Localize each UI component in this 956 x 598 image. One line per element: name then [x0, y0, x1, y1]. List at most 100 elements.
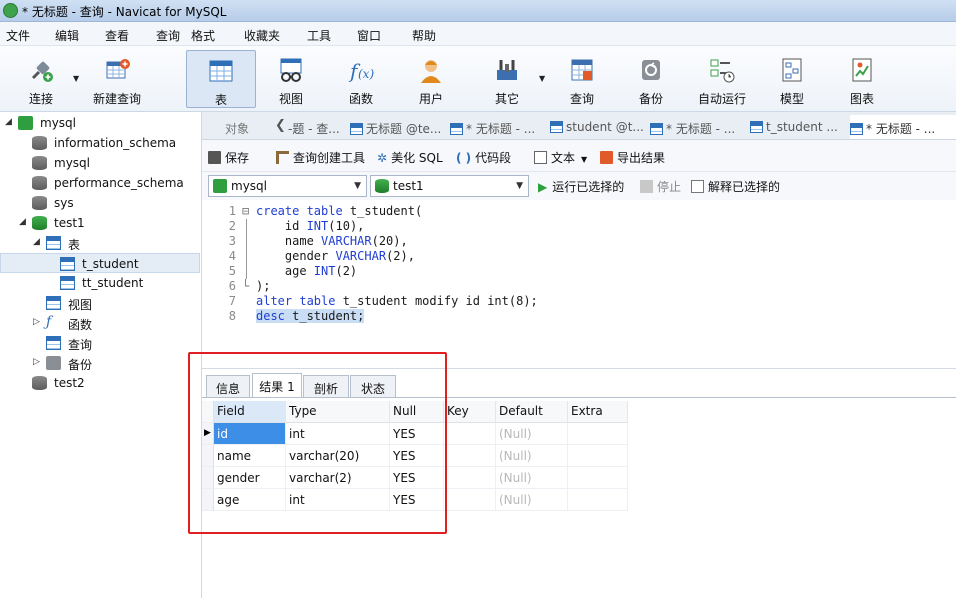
- column-header-extra[interactable]: Extra: [568, 401, 628, 423]
- table-cell[interactable]: varchar(20): [286, 445, 390, 467]
- code-snippet-button[interactable]: ( ) 代码段: [456, 149, 511, 166]
- table-cell[interactable]: int: [286, 489, 390, 511]
- tree-db-test1[interactable]: ◢ test1: [0, 213, 200, 233]
- model-button[interactable]: 模型: [764, 50, 820, 108]
- tree-folder-functions[interactable]: ▷ ƒ 函数: [0, 313, 200, 333]
- collapse-icon[interactable]: ◢: [5, 118, 14, 127]
- fold-icon[interactable]: ⊟: [242, 204, 249, 218]
- explain-selected-button[interactable]: 解释已选择的: [691, 178, 780, 195]
- table-cell[interactable]: YES: [390, 467, 444, 489]
- tab-query-3[interactable]: * 无标题 - ...: [450, 115, 548, 139]
- function-button[interactable]: f (x) 函数: [332, 50, 390, 108]
- tree-table-t-student[interactable]: t_student: [0, 253, 200, 273]
- user-button[interactable]: 用户: [402, 50, 460, 108]
- stop-button[interactable]: 停止: [640, 178, 681, 195]
- export-result-button[interactable]: 导出结果: [600, 149, 665, 166]
- tab-query-active[interactable]: * 无标题 - ...: [850, 115, 956, 139]
- tab-status[interactable]: 状态: [350, 375, 396, 397]
- table-cell[interactable]: gender: [214, 467, 286, 489]
- connect-button[interactable]: 连接: [12, 50, 70, 108]
- table-cell[interactable]: (Null): [496, 489, 568, 511]
- tab-profile[interactable]: 剖析: [303, 375, 349, 397]
- database-select[interactable]: test1 ▼: [370, 175, 529, 197]
- menu-help[interactable]: 帮助: [412, 27, 436, 44]
- table-cell[interactable]: [568, 423, 628, 445]
- other-dropdown-icon[interactable]: ▼: [539, 74, 545, 83]
- table-cell[interactable]: int: [286, 423, 390, 445]
- table-cell[interactable]: YES: [390, 489, 444, 511]
- save-button[interactable]: 保存: [208, 149, 249, 166]
- table-cell[interactable]: (Null): [496, 445, 568, 467]
- table-button[interactable]: 表: [186, 50, 256, 108]
- menu-window[interactable]: 窗口: [357, 27, 381, 44]
- tab-query-2[interactable]: 无标题 @te...: [350, 115, 448, 139]
- row-indicator[interactable]: [202, 445, 214, 467]
- connect-dropdown-icon[interactable]: ▼: [73, 74, 79, 83]
- sql-editor[interactable]: 1 ⊟ create table t_student( 2 id INT(10), …: [202, 200, 956, 368]
- backup-button[interactable]: 备份: [622, 50, 680, 108]
- row-indicator[interactable]: ▶: [202, 423, 214, 445]
- column-header-null[interactable]: Null: [390, 401, 444, 423]
- menu-file[interactable]: 文件: [6, 27, 30, 44]
- tab-table-t-student[interactable]: t_student ...: [750, 115, 848, 139]
- menu-format[interactable]: 格式: [191, 27, 215, 44]
- collapse-icon[interactable]: ◢: [33, 238, 42, 247]
- table-cell[interactable]: (Null): [496, 467, 568, 489]
- view-button[interactable]: 视图: [262, 50, 320, 108]
- menu-edit[interactable]: 编辑: [55, 27, 79, 44]
- tab-query-4[interactable]: * 无标题 - ...: [650, 115, 748, 139]
- tree-db-mysql[interactable]: mysql: [0, 153, 200, 173]
- column-header-key[interactable]: Key: [444, 401, 496, 423]
- table-cell[interactable]: [444, 467, 496, 489]
- table-cell[interactable]: [444, 489, 496, 511]
- column-header-type[interactable]: Type: [286, 401, 390, 423]
- table-cell[interactable]: id: [214, 423, 286, 445]
- tab-info[interactable]: 信息: [206, 375, 250, 397]
- tree-db-test2[interactable]: test2: [0, 373, 200, 393]
- table-cell[interactable]: [568, 467, 628, 489]
- table-cell[interactable]: [568, 445, 628, 467]
- result-grid[interactable]: Field Type Null Key Default Extra ▶ id i…: [202, 401, 632, 513]
- table-cell[interactable]: [568, 489, 628, 511]
- table-cell[interactable]: YES: [390, 445, 444, 467]
- table-cell[interactable]: (Null): [496, 423, 568, 445]
- tree-db-sys[interactable]: sys: [0, 193, 200, 213]
- beautify-sql-button[interactable]: ✲ 美化 SQL: [377, 149, 443, 166]
- table-cell[interactable]: YES: [390, 423, 444, 445]
- other-button[interactable]: 其它: [478, 50, 536, 108]
- tree-db-information-schema[interactable]: information_schema: [0, 133, 200, 153]
- expand-icon[interactable]: ▷: [33, 358, 42, 367]
- query-button[interactable]: 查询: [553, 50, 611, 108]
- tab-result-1[interactable]: 结果 1: [252, 373, 302, 397]
- chart-button[interactable]: 图表: [834, 50, 890, 108]
- tab-table-student[interactable]: student @t...: [550, 115, 648, 139]
- column-header-default[interactable]: Default: [496, 401, 568, 423]
- table-cell[interactable]: [444, 423, 496, 445]
- table-cell[interactable]: [444, 445, 496, 467]
- expand-icon[interactable]: ▷: [33, 318, 42, 327]
- table-cell[interactable]: varchar(2): [286, 467, 390, 489]
- connection-select[interactable]: mysql ▼: [208, 175, 367, 197]
- menu-query[interactable]: 查询: [156, 27, 180, 44]
- new-query-button[interactable]: 新建查询: [88, 50, 146, 108]
- tab-query-1[interactable]: -题 - 查...: [288, 115, 348, 139]
- menu-view[interactable]: 查看: [105, 27, 129, 44]
- row-indicator[interactable]: [202, 467, 214, 489]
- query-builder-button[interactable]: 查询创建工具: [276, 149, 365, 166]
- table-cell[interactable]: name: [214, 445, 286, 467]
- autorun-button[interactable]: 自动运行: [692, 50, 752, 108]
- table-cell[interactable]: age: [214, 489, 286, 511]
- collapse-icon[interactable]: ◢: [19, 218, 28, 227]
- menu-favorites[interactable]: 收藏夹: [244, 27, 280, 44]
- tree-folder-tables[interactable]: ◢ 表: [0, 233, 200, 253]
- row-indicator[interactable]: [202, 489, 214, 511]
- run-selected-button[interactable]: ▶ 运行已选择的: [538, 178, 624, 195]
- tree-folder-backups[interactable]: ▷ 备份: [0, 353, 200, 373]
- tree-folder-queries[interactable]: 查询: [0, 333, 200, 353]
- tree-folder-views[interactable]: 视图: [0, 293, 200, 313]
- menu-tools[interactable]: 工具: [307, 27, 331, 44]
- column-header-field[interactable]: Field: [214, 401, 286, 423]
- tree-connection-mysql[interactable]: ◢ mysql: [0, 113, 200, 133]
- tree-db-performance-schema[interactable]: performance_schema: [0, 173, 200, 193]
- text-mode-button[interactable]: 文本 ▼: [534, 149, 587, 166]
